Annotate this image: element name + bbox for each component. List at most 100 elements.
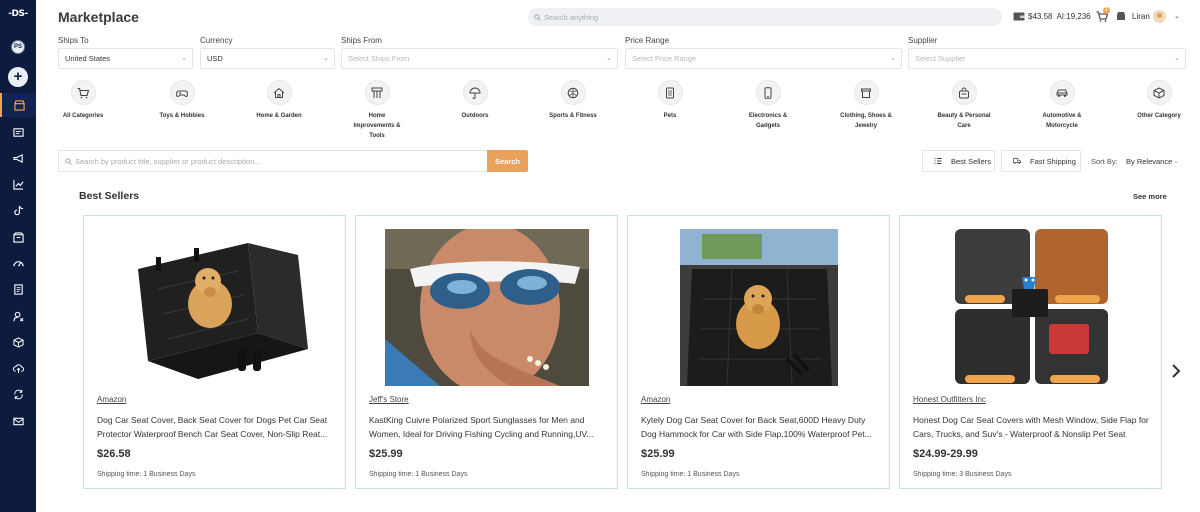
category-toys-hobbies[interactable]: Toys & Hobbies: [142, 80, 222, 121]
category-electronics[interactable]: Electronics & Gadgets: [728, 80, 808, 131]
product-shipping-time: Shipping time: 3 Business Days: [913, 471, 1012, 478]
chevron-down-icon[interactable]: ⌄: [1173, 157, 1179, 165]
product-title[interactable]: Honest Dog Car Seat Covers with Mesh Win…: [913, 413, 1149, 441]
sidebar-item-orders[interactable]: [0, 225, 36, 249]
product-supplier-link[interactable]: Jeff's Store: [369, 395, 409, 404]
user-name[interactable]: Liran: [1132, 12, 1150, 21]
sidebar-item-packages[interactable]: [0, 330, 36, 354]
currency-label: Currency: [200, 36, 233, 45]
product-price: $26.58: [97, 448, 131, 460]
search-icon: [65, 157, 72, 165]
global-search-input[interactable]: Search anything: [528, 8, 1002, 26]
product-card[interactable]: Honest Outfitters Inc Honest Dog Car Sea…: [899, 215, 1162, 489]
supplier-label: Supplier: [908, 36, 938, 45]
app-logo[interactable]: -DS-: [0, 9, 36, 19]
product-shipping-time: Shipping time: 1 Business Days: [97, 471, 196, 478]
category-pets[interactable]: Pets: [630, 80, 710, 121]
product-card[interactable]: Jeff's Store KastKing Cuivre Polarized S…: [355, 215, 618, 489]
wallet-balance[interactable]: $43.58 AI:19,236: [1013, 11, 1091, 21]
sidebar-item-performance[interactable]: [0, 251, 36, 275]
category-other[interactable]: Other Category: [1119, 80, 1199, 121]
product-card[interactable]: Amazon Kytely Dog Car Seat Cover for Bac…: [627, 215, 890, 489]
mail-icon: [12, 417, 24, 425]
sidebar-item-tiktok[interactable]: [0, 198, 36, 222]
fast-shipping-filter-button[interactable]: Fast Shipping: [1001, 150, 1081, 172]
product-image[interactable]: [370, 229, 603, 386]
ball-icon: [567, 87, 579, 98]
add-button[interactable]: +: [8, 67, 28, 87]
sidebar-item-marketplace[interactable]: [0, 93, 36, 117]
catalog-icon: [12, 127, 24, 137]
product-supplier-link[interactable]: Amazon: [641, 395, 670, 404]
wallet-icon: [1013, 12, 1025, 21]
product-title[interactable]: Kytely Dog Car Seat Cover for Back Seat,…: [641, 413, 877, 441]
supplier-placeholder: Select Supplier: [915, 54, 966, 63]
category-beauty[interactable]: Beauty & Personal Care: [924, 80, 1004, 131]
sidebar-item-analytics[interactable]: [0, 172, 36, 196]
product-title[interactable]: KastKing Cuivre Polarized Sport Sunglass…: [369, 413, 605, 441]
category-all[interactable]: All Categories: [43, 80, 123, 121]
category-home-improvements[interactable]: Home Improvements & Tools: [337, 80, 417, 141]
sidebar-item-documents[interactable]: [0, 277, 36, 301]
shop-icon: [12, 231, 24, 243]
price-range-label: Price Range: [625, 36, 670, 45]
currency-value: USD: [207, 54, 223, 63]
sidebar-item-products[interactable]: [0, 120, 36, 144]
truck-icon: [1013, 158, 1021, 164]
sidebar-item-sync[interactable]: [0, 382, 36, 406]
product-search-input[interactable]: Search by product title, supplier or pro…: [58, 150, 488, 172]
chevron-down-icon: ⌄: [606, 55, 612, 62]
house-icon: [273, 87, 285, 98]
supplier-select[interactable]: Select Supplier ⌄: [908, 48, 1186, 69]
category-label: Pets: [663, 113, 677, 119]
sidebar-item-messages[interactable]: [0, 409, 36, 433]
price-range-select[interactable]: Select Price Range ⌄: [625, 48, 902, 69]
ships-to-select[interactable]: United States ⌄: [58, 48, 193, 69]
product-supplier-link[interactable]: Honest Outfitters Inc: [913, 395, 986, 404]
chevron-right-icon[interactable]: [1169, 363, 1183, 379]
category-sports-fitness[interactable]: Sports & Fitness: [533, 80, 613, 121]
phone-icon: [764, 86, 772, 99]
category-automotive[interactable]: Automotive & Motorcycle: [1022, 80, 1102, 131]
sidebar-item-campaigns[interactable]: [0, 146, 36, 170]
sidebar-item-upload[interactable]: [0, 356, 36, 380]
category-outdoors[interactable]: Outdoors: [435, 80, 515, 121]
workspace-avatar[interactable]: PS: [11, 40, 25, 54]
category-clothing[interactable]: Clothing, Shoes & Jewelry: [826, 80, 906, 131]
category-label: Outdoors: [461, 113, 489, 119]
gamepad-icon: [176, 90, 188, 97]
best-sellers-filter-button[interactable]: Best Sellers: [922, 150, 995, 172]
sidebar-item-users[interactable]: [0, 304, 36, 328]
search-button[interactable]: Search: [487, 150, 528, 172]
chevron-down-icon[interactable]: ⌄: [1174, 12, 1180, 20]
global-search-placeholder: Search anything: [544, 12, 599, 22]
product-price: $25.99: [641, 448, 675, 460]
store-icon[interactable]: [1116, 11, 1126, 21]
product-image[interactable]: [914, 229, 1147, 386]
product-shipping-time: Shipping time: 1 Business Days: [641, 471, 740, 478]
product-price: $24.99-29.99: [913, 448, 978, 460]
product-image[interactable]: [642, 229, 875, 386]
category-home-garden[interactable]: Home & Garden: [239, 80, 319, 121]
speedometer-icon: [12, 260, 24, 267]
ships-to-value: United States: [65, 54, 111, 63]
product-title[interactable]: Dog Car Seat Cover, Back Seat Cover for …: [97, 413, 333, 441]
product-card[interactable]: Amazon Dog Car Seat Cover, Back Seat Cov…: [83, 215, 346, 489]
product-image[interactable]: [98, 229, 331, 386]
chevron-down-icon: ⌄: [181, 55, 187, 62]
category-label: Toys & Hobbies: [159, 113, 205, 119]
category-label: Home & Garden: [256, 113, 302, 119]
ships-to-label: Ships To: [58, 36, 89, 45]
price-range-placeholder: Select Price Range: [632, 54, 697, 63]
fast-shipping-label: Fast Shipping: [1030, 156, 1076, 166]
cloud-upload-icon: [12, 363, 24, 373]
list-icon: [934, 158, 942, 164]
sync-icon: [13, 389, 23, 399]
currency-select[interactable]: USD ⌄: [200, 48, 335, 69]
sort-select[interactable]: By Relevance: [1126, 157, 1172, 166]
see-more-link[interactable]: See more: [1133, 192, 1167, 201]
user-avatar[interactable]: [1153, 10, 1166, 23]
ships-from-select[interactable]: Select Ships From ⌄: [341, 48, 618, 69]
product-supplier-link[interactable]: Amazon: [97, 395, 126, 404]
sidebar: -DS- PS +: [0, 0, 36, 512]
